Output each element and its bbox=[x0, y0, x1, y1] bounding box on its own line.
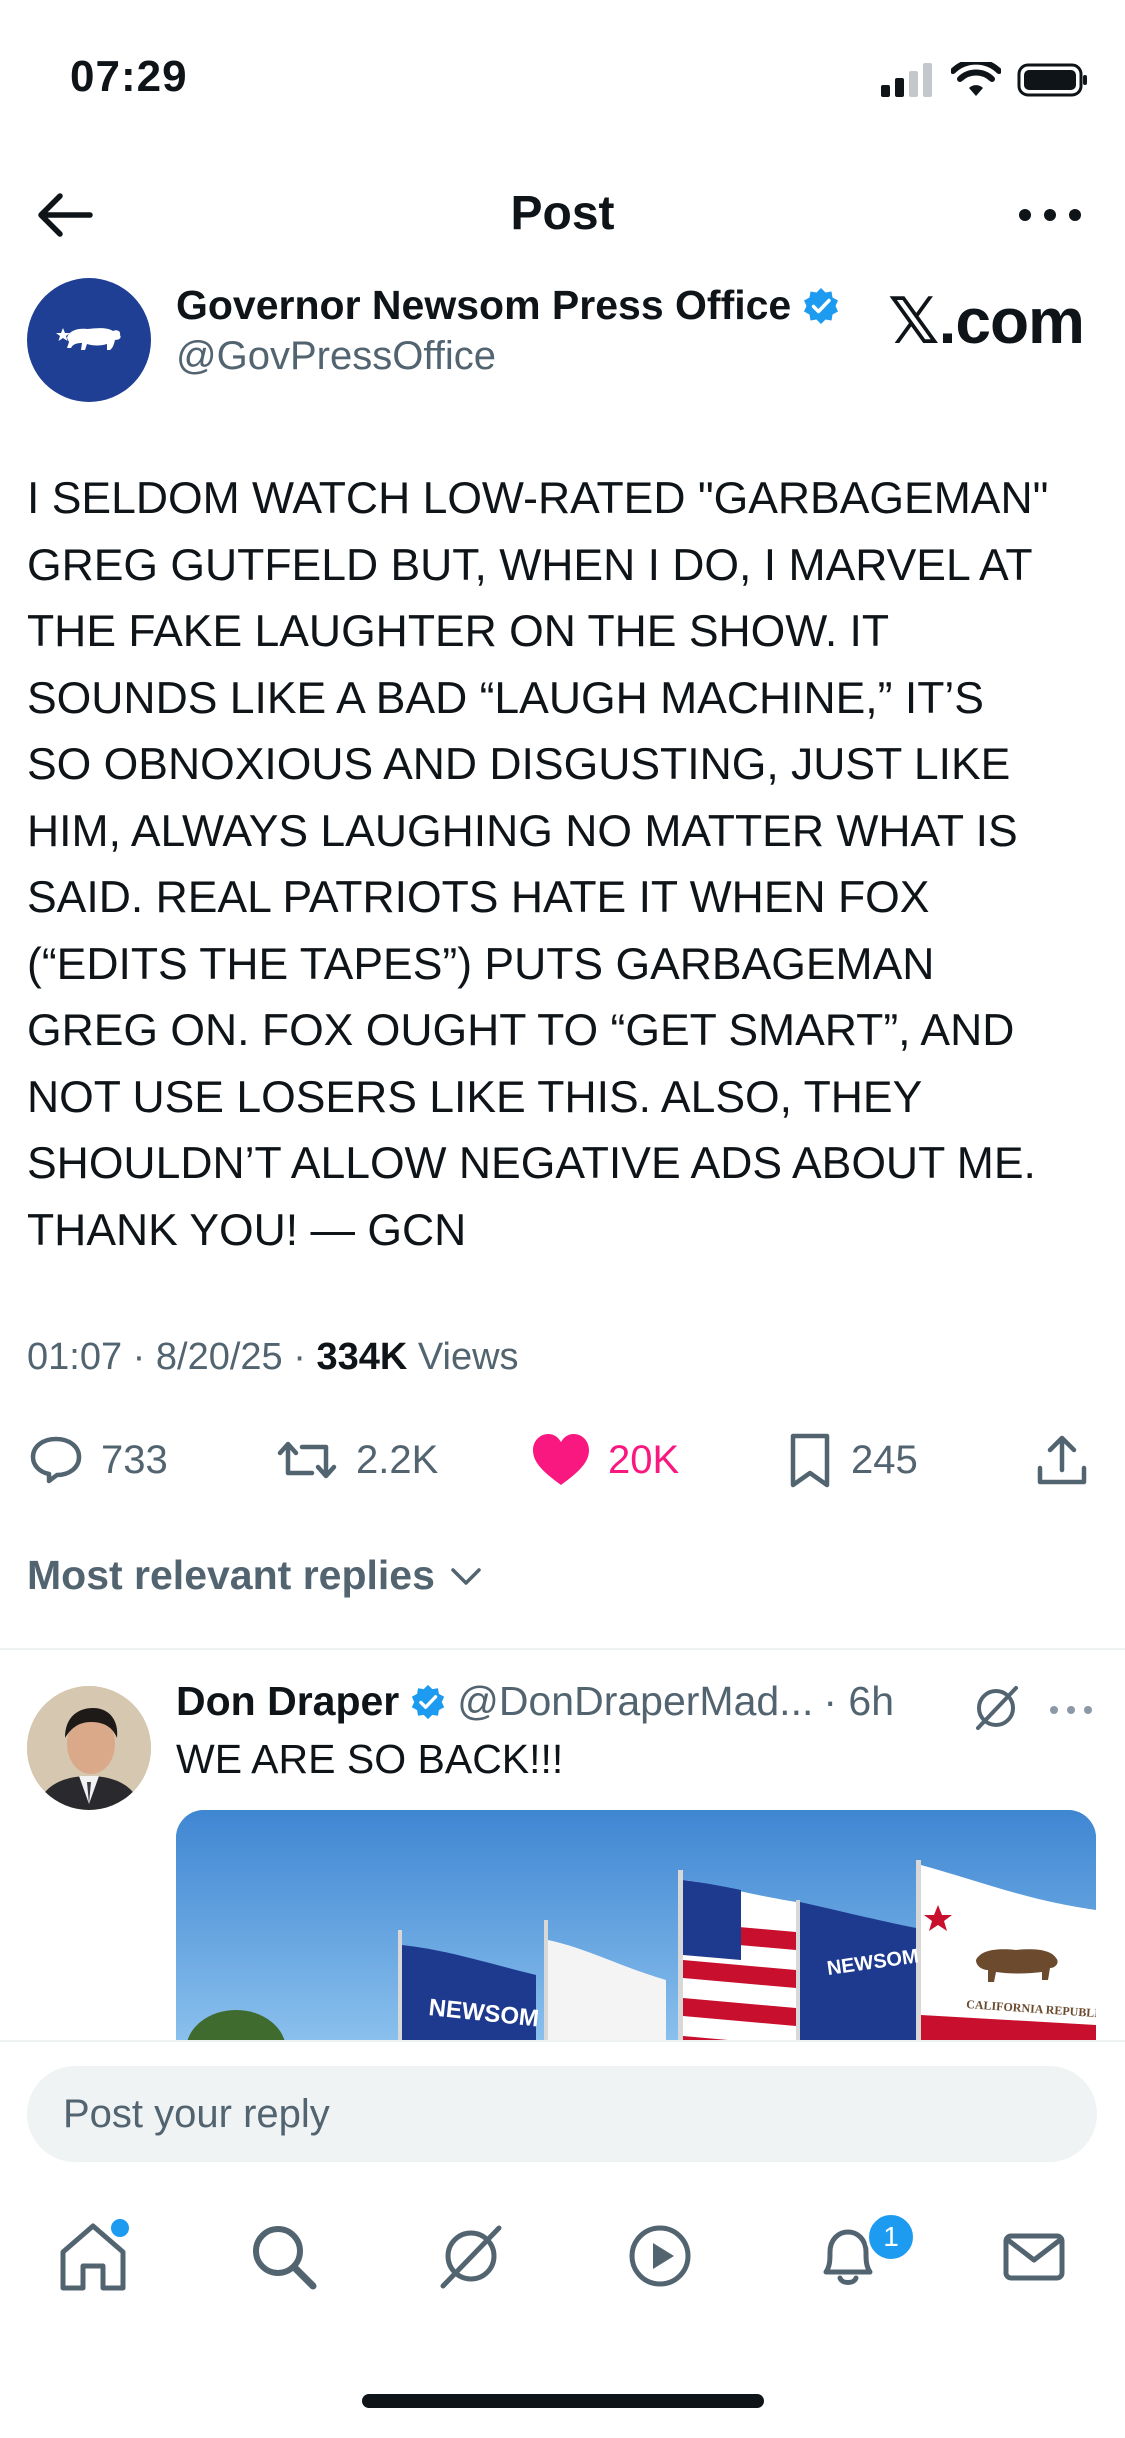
bookmark-count: 245 bbox=[851, 1437, 918, 1482]
avatar-portrait bbox=[27, 1686, 151, 1810]
battery-icon bbox=[1017, 63, 1087, 97]
reply-time: · 6h bbox=[823, 1678, 895, 1724]
post-text: I SELDOM WATCH LOW-RATED "GARBAGEMAN" GR… bbox=[27, 474, 1049, 1255]
california-bear-logo-icon bbox=[56, 328, 121, 350]
post-date: 8/20/25 bbox=[155, 1336, 283, 1378]
like-button[interactable]: 20K bbox=[530, 1420, 679, 1500]
status-time: 07:29 bbox=[70, 52, 188, 101]
like-count: 20K bbox=[608, 1437, 680, 1482]
reply-bubble-icon bbox=[30, 1436, 82, 1484]
search-icon[interactable] bbox=[243, 2216, 323, 2296]
home-notification-dot bbox=[108, 2216, 132, 2240]
messages-envelope-icon[interactable] bbox=[994, 2216, 1074, 2296]
video-play-icon[interactable] bbox=[620, 2216, 700, 2296]
reply-count: 733 bbox=[101, 1437, 168, 1482]
heart-filled-icon bbox=[533, 1434, 589, 1485]
grok-icon[interactable] bbox=[968, 1680, 1024, 1736]
reply-more-options-icon[interactable] bbox=[1048, 1700, 1094, 1720]
views-count: 334K bbox=[316, 1336, 408, 1378]
verified-badge-icon bbox=[412, 1684, 445, 1719]
reply-media-image[interactable]: NEWSOM NEWSOM CALIFORNIA REPUBLIC bbox=[176, 1810, 1096, 2050]
wifi-icon bbox=[951, 62, 1001, 96]
bookmark-icon bbox=[790, 1433, 830, 1488]
grok-icon[interactable] bbox=[431, 2216, 511, 2296]
repost-icon bbox=[277, 1441, 337, 1479]
chevron-down-icon bbox=[451, 1567, 481, 1585]
cellular-signal-icon bbox=[881, 63, 932, 97]
reply-header: Don Draper @DonDraperMad... · 6h bbox=[176, 1678, 894, 1725]
repost-button[interactable]: 2.2K bbox=[274, 1420, 438, 1500]
reply-text: WE ARE SO BACK!!! bbox=[176, 1736, 564, 1782]
replies-sort-dropdown[interactable]: Most relevant replies bbox=[27, 1552, 483, 1599]
x-com-watermark: 𝕏.com bbox=[888, 285, 1085, 357]
post-actions: 733 2.2K 20K 245 bbox=[27, 1420, 1097, 1500]
verified-badge-icon bbox=[804, 287, 839, 324]
notifications-badge: 1 bbox=[866, 2212, 916, 2262]
home-indicator[interactable] bbox=[362, 2394, 764, 2408]
share-icon bbox=[1037, 1435, 1087, 1485]
author-avatar[interactable] bbox=[27, 278, 151, 402]
reply-button[interactable]: 733 bbox=[27, 1420, 168, 1500]
reply-input-placeholder: Post your reply bbox=[63, 2092, 330, 2136]
replies-sort-label: Most relevant replies bbox=[27, 1552, 435, 1598]
page-title: Post bbox=[510, 187, 615, 240]
reply-input[interactable]: Post your reply bbox=[27, 2066, 1097, 2162]
post-time: 01:07 bbox=[27, 1336, 123, 1378]
reply-author-handle[interactable]: @DonDraperMad... bbox=[457, 1678, 813, 1725]
status-icons bbox=[881, 62, 1089, 98]
reply-author-name[interactable]: Don Draper bbox=[176, 1678, 399, 1725]
repost-count: 2.2K bbox=[356, 1437, 439, 1482]
author-name[interactable]: Governor Newsom Press Office bbox=[176, 282, 791, 329]
bookmark-button[interactable]: 245 bbox=[785, 1420, 918, 1500]
reply-author-avatar[interactable] bbox=[27, 1686, 151, 1810]
flags-photo: NEWSOM NEWSOM CALIFORNIA REPUBLIC bbox=[176, 1810, 1096, 2050]
author-handle[interactable]: @GovPressOffice bbox=[176, 334, 496, 379]
more-options-icon[interactable] bbox=[1015, 200, 1085, 230]
views-label: Views bbox=[417, 1336, 519, 1378]
author-name-row[interactable]: Governor Newsom Press Office bbox=[176, 282, 841, 329]
divider bbox=[0, 1648, 1125, 1650]
post-meta: 01:07 · 8/20/25 · 334K Views bbox=[27, 1336, 519, 1378]
share-button[interactable] bbox=[1032, 1420, 1092, 1500]
